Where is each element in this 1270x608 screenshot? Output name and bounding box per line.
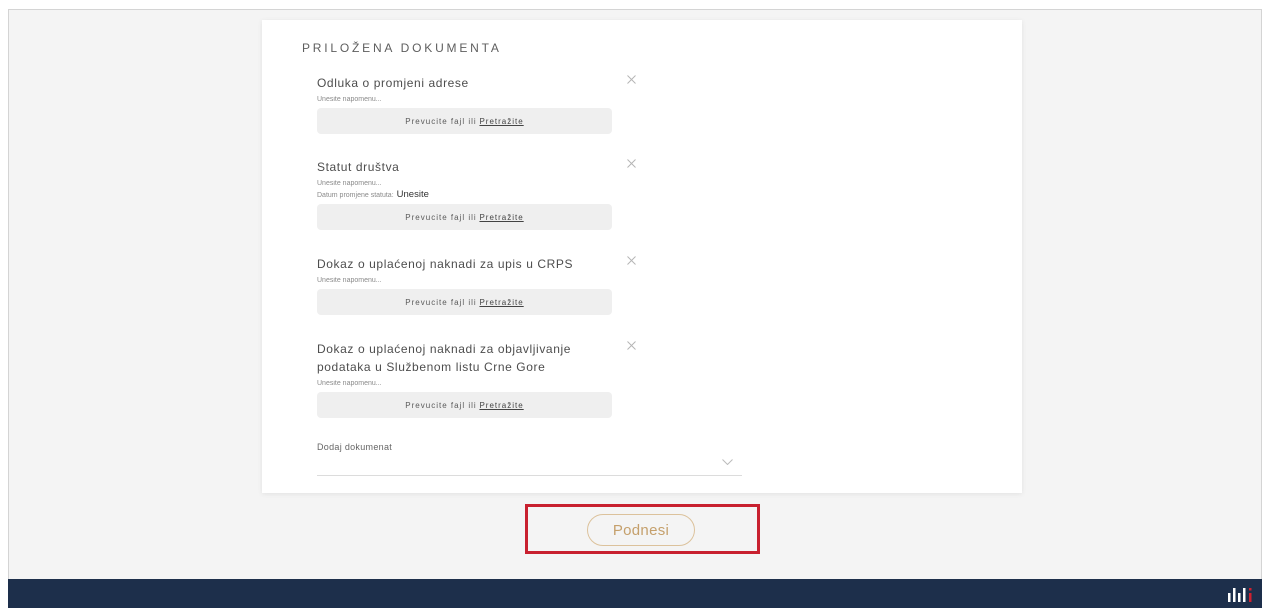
close-icon[interactable] <box>627 159 636 168</box>
logo <box>1228 587 1254 603</box>
note-input[interactable] <box>317 275 612 286</box>
attachments-card: PRILOŽENA DOKUMENTA Odluka o promjeni ad… <box>262 20 1022 493</box>
add-document-select[interactable] <box>317 452 742 476</box>
file-drop-zone[interactable]: Prevucite fajl ili Pretražite <box>317 289 612 315</box>
drop-zone-text: Prevucite fajl ili <box>405 116 477 126</box>
file-drop-zone[interactable]: Prevucite fajl ili Pretražite <box>317 204 612 230</box>
note-input[interactable] <box>317 94 612 105</box>
file-drop-zone[interactable]: Prevucite fajl ili Pretražite <box>317 392 612 418</box>
close-icon[interactable] <box>627 256 636 265</box>
document-item: Statut društva Datum promjene statuta:Un… <box>317 158 636 230</box>
note-input[interactable] <box>317 378 612 389</box>
chevron-down-icon[interactable] <box>722 459 733 465</box>
close-icon[interactable] <box>627 341 636 350</box>
document-title: Odluka o promjeni adrese <box>317 76 469 90</box>
document-item: Dokaz o uplaćenoj naknadi za objavljivan… <box>317 340 636 418</box>
drop-zone-text: Prevucite fajl ili <box>405 400 477 410</box>
document-title: Statut društva <box>317 160 400 174</box>
footer <box>8 579 1262 608</box>
statute-change-date: Datum promjene statuta: Unesite <box>317 189 617 201</box>
document-item: Dokaz o uplaćenoj naknadi za upis u CRPS… <box>317 255 636 315</box>
browse-link[interactable]: Pretražite <box>479 298 523 307</box>
date-label: Datum promjene statuta: <box>317 192 394 199</box>
document-item: Odluka o promjeni adrese Prevucite fajl … <box>317 74 636 134</box>
close-icon[interactable] <box>627 75 636 84</box>
drop-zone-text: Prevucite fajl ili <box>405 297 477 307</box>
browse-link[interactable]: Pretražite <box>479 401 523 410</box>
section-heading: PRILOŽENA DOKUMENTA <box>302 41 502 55</box>
browse-link[interactable]: Pretražite <box>479 117 523 126</box>
document-title: Dokaz o uplaćenoj naknadi za objavljivan… <box>317 342 572 374</box>
note-input[interactable] <box>317 178 612 189</box>
submit-button[interactable]: Podnesi <box>587 514 695 546</box>
date-input[interactable]: Unesite <box>397 189 429 200</box>
browse-link[interactable]: Pretražite <box>479 213 523 222</box>
drop-zone-text: Prevucite fajl ili <box>405 212 477 222</box>
document-title: Dokaz o uplaćenoj naknadi za upis u CRPS <box>317 257 574 271</box>
file-drop-zone[interactable]: Prevucite fajl ili Pretražite <box>317 108 612 134</box>
